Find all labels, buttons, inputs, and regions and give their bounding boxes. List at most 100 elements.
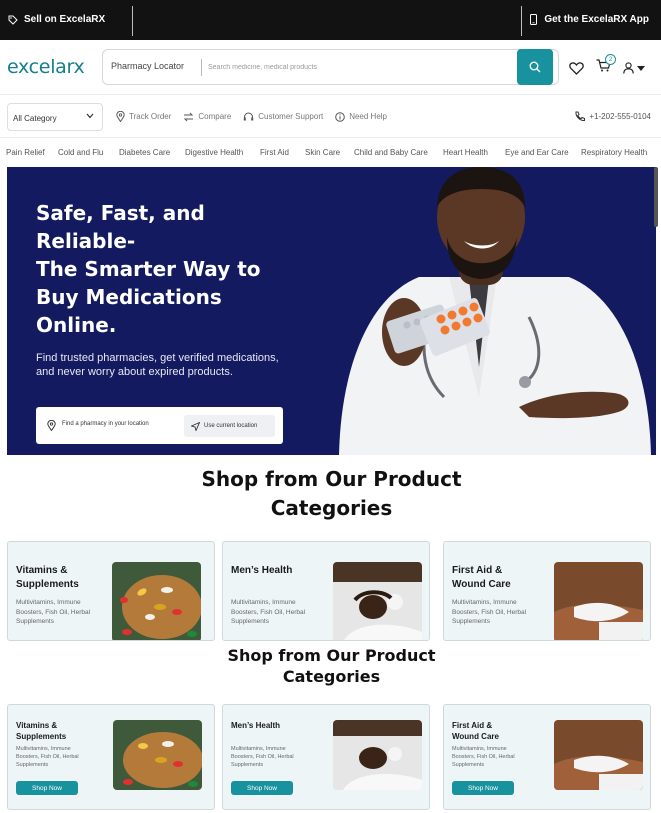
caret-down-icon [637,65,645,71]
card-description: Multivitamins, Immune Boosters, Fish Oil… [452,745,515,769]
card-desc-line: Boosters, Fish Oil, Herbal [231,608,306,616]
category-card-mens-health[interactable]: Men’s Health Multivitamins, Immune Boost… [222,704,430,810]
search-icon [529,61,541,73]
section-title-line: Shop from Our Product [227,646,436,665]
category-card-vitamins[interactable]: Vitamins & Supplements Multivitamins, Im… [7,541,215,641]
card-title-line: Men’s Health [231,565,293,576]
hero-doctor-image [339,167,651,455]
card-title: Men’s Health [231,564,292,578]
card-description: Multivitamins, Immune Boosters, Fish Oil… [452,598,526,627]
all-category-dropdown[interactable]: All Category [7,103,103,131]
shop-now-button[interactable]: Shop Now [231,781,293,795]
card-desc-line: Supplements [16,762,49,768]
compare-link[interactable]: Compare [183,111,231,122]
compare-label: Compare [198,112,232,121]
category-link[interactable]: Child and Baby Care [354,148,428,157]
card-desc-line: Boosters, Fish Oil, Herbal [452,608,527,616]
navigation-arrow-icon [191,421,200,431]
main-header: excelarx Pharmacy Locator 2 [7,40,654,94]
tag-icon [8,15,18,25]
sell-link[interactable]: Sell on ExcelaRX [8,14,105,25]
section-title: Shop from Our Product Categories [7,465,656,523]
section-title-line: Categories [282,667,381,686]
sell-label: Sell on ExcelaRX [24,14,106,25]
phone-call-icon [575,111,586,122]
card-title-line: Supplements [16,579,79,590]
card-desc-line: Multivitamins, Immune [452,599,517,606]
scrollbar-thumb[interactable] [654,167,658,227]
card-title-line: First Aid & [452,721,493,730]
phone-number: +1-202-555-0104 [589,112,651,121]
card-desc-line: Supplements [231,618,269,625]
category-link[interactable]: First Aid [260,148,289,157]
card-title-line: Wound Care [452,732,499,741]
card-desc-line: Multivitamins, Immune [452,746,507,752]
track-order-label: Track Order [129,112,172,121]
card-description: Multivitamins, Immune Boosters, Fish Oil… [231,745,294,769]
sub-navigation: All Category Track Order Compare Custome… [0,94,661,138]
search-bar: Pharmacy Locator [102,49,559,85]
category-card-first-aid[interactable]: First Aid & Wound Care Multivitamins, Im… [443,704,651,810]
hero-title-line: Reliable- [36,229,136,253]
first-aid-image [554,720,643,790]
location-pin-icon [116,111,125,122]
card-desc-line: Boosters, Fish Oil, Herbal [231,754,294,760]
need-help-link[interactable]: Need Help [335,111,387,122]
customer-support-link[interactable]: Customer Support [243,111,323,122]
headset-icon [244,112,254,120]
card-title: Vitamins & Supplements [16,720,66,742]
account-menu[interactable] [623,62,645,74]
shop-now-button[interactable]: Shop Now [452,781,514,795]
track-order-link[interactable]: Track Order [116,111,171,122]
pharmacy-locator-label[interactable]: Pharmacy Locator [111,61,184,71]
hero-subtitle: Find trusted pharmacies, get verified me… [36,352,279,378]
logo[interactable]: excelarx [7,56,85,78]
card-title: First Aid & Wound Care [452,564,511,592]
category-card-mens-health[interactable]: Men’s Health Multivitamins, Immune Boost… [222,541,430,641]
card-desc-line: Supplements [16,618,54,625]
card-title: First Aid & Wound Care [452,720,499,742]
phone-icon [530,14,538,25]
card-title-line: Vitamins & [16,721,58,730]
card-desc-line: Supplements [452,762,485,768]
category-link[interactable]: Cold and Flu [58,148,103,157]
card-title-line: Wound Care [452,579,511,590]
card-desc-line: Multivitamins, Immune [16,599,81,606]
card-title-line: First Aid & [452,565,503,576]
section-title: Shop from Our Product Categories [7,645,656,687]
use-location-label: Use current location [204,423,258,429]
card-title: Men’s Health [231,720,280,731]
cart-button[interactable]: 2 [596,54,616,77]
category-link[interactable]: Respiratory Health [581,148,647,157]
heart-icon[interactable] [569,61,584,75]
category-link[interactable]: Pain Relief [6,148,45,157]
category-link[interactable]: Diabetes Care [119,148,170,157]
find-pharmacy-input[interactable]: Find a pharmacy in your location [62,421,149,427]
card-description: Multivitamins, Immune Boosters, Fish Oil… [16,745,79,769]
card-description: Multivitamins, Immune Boosters, Fish Oil… [16,598,90,627]
nav-links: Track Order Compare Customer Support Nee… [116,111,387,122]
compare-arrows-icon [184,112,194,121]
mens-health-image [333,720,422,790]
use-current-location-button[interactable]: Use current location [184,415,275,437]
header-icons: 2 [569,54,645,77]
category-link[interactable]: Digestive Health [185,148,243,157]
hero-title: Safe, Fast, and Reliable- The Smarter Wa… [36,199,336,339]
vitamins-image [113,720,202,790]
card-title-line: Men’s Health [231,721,281,730]
shop-now-button[interactable]: Shop Now [16,781,78,795]
search-input[interactable] [208,60,508,75]
category-link[interactable]: Heart Health [443,148,488,157]
section-title-line: Categories [270,496,393,520]
category-link[interactable]: Skin Care [305,148,340,157]
category-card-vitamins[interactable]: Vitamins & Supplements Multivitamins, Im… [7,704,215,810]
get-app-link[interactable]: Get the ExcelaRX App [530,14,649,25]
search-button[interactable] [517,49,553,85]
card-desc-line: Supplements [452,618,490,625]
phone-contact[interactable]: +1-202-555-0104 [574,111,651,122]
category-link[interactable]: Eye and Ear Care [505,148,569,157]
card-desc-line: Boosters, Fish Oil, Herbal [452,754,515,760]
first-aid-image [554,562,643,640]
mens-health-image [333,562,422,640]
category-card-first-aid[interactable]: First Aid & Wound Care Multivitamins, Im… [443,541,651,641]
